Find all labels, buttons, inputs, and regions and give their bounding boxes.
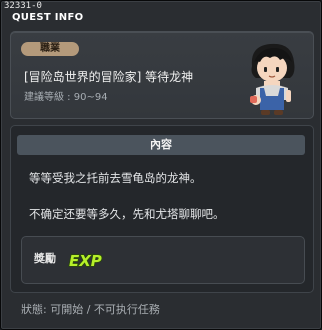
quest-name: [冒险岛世界的冒险家] 等待龙神 — [24, 70, 194, 84]
content-section-title: 內容 — [17, 135, 305, 155]
title-bar[interactable]: QUEST INFO — [2, 9, 320, 27]
npc-portrait-icon — [250, 43, 295, 115]
description-line-2: 不确定还要等多久，先和尤塔聊聊吧。 — [29, 207, 225, 221]
reward-label: 獎勵 — [34, 252, 56, 265]
job-badge: 職業 — [21, 42, 79, 56]
exp-icon-text: EXP — [69, 252, 102, 270]
reward-box: 獎勵 EXP — [21, 236, 305, 284]
quest-header-panel: 職業 [冒险岛世界的冒险家] 等待龙神 建議等級 : 90~94 — [10, 31, 314, 119]
window-title: QUEST INFO — [12, 12, 84, 23]
quest-info-window: 32331-0 QUEST INFO 職業 [冒险岛世界的冒险家] 等待龙神 建… — [0, 0, 322, 330]
quest-status: 狀態: 可開始 / 不可执行任務 — [21, 303, 160, 316]
exp-icon: EXP — [68, 251, 102, 271]
description-line-1: 等等受我之托前去雪龟岛的龙神。 — [29, 171, 202, 185]
recommended-level: 建議等級 : 90~94 — [24, 92, 108, 103]
content-panel: 內容 等等受我之托前去雪龟岛的龙神。 不确定还要等多久，先和尤塔聊聊吧。 獎勵 … — [10, 125, 314, 293]
